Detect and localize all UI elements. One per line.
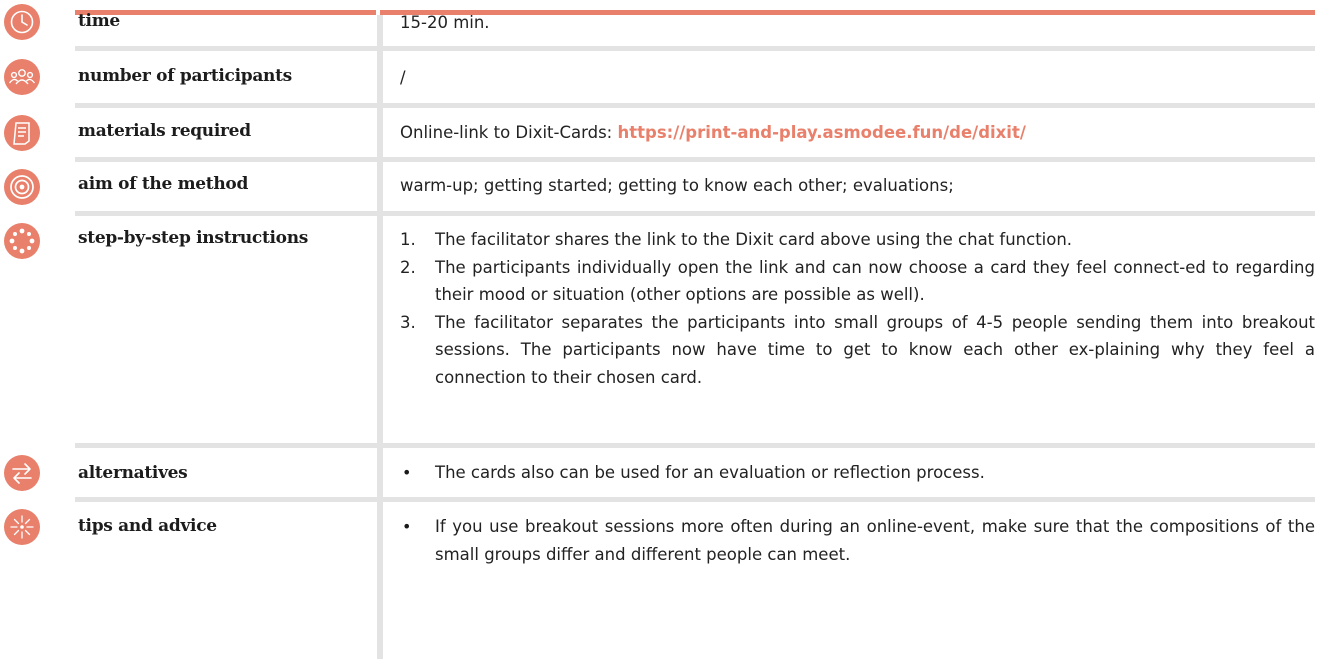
dots-circle-icon (4, 223, 40, 259)
step-item: 2. The participants individually open the… (400, 257, 1315, 305)
step-item: 1. The facilitator shares the link to the… (400, 230, 1073, 249)
label-time: time (78, 11, 120, 31)
label-participants: number of participants (78, 66, 292, 86)
value-aim: warm-up; getting started; getting to kno… (400, 176, 954, 195)
row-separator (75, 497, 1315, 502)
row-separator (75, 103, 1315, 108)
document-icon (4, 115, 40, 151)
label-steps: step-by-step instructions (78, 228, 309, 248)
value-participants: / (400, 68, 406, 87)
sparkle-icon (4, 509, 40, 545)
row-separator (75, 443, 1315, 448)
dixit-link[interactable]: https://print-and-play.asmodee.fun/de/di… (617, 123, 1025, 142)
value-materials: Online-link to Dixit-Cards: https://prin… (400, 119, 1315, 147)
row-separator (75, 157, 1315, 162)
people-icon (4, 59, 40, 95)
arrows-icon (4, 455, 40, 491)
label-aim: aim of the method (78, 174, 249, 194)
label-alternatives: alternatives (78, 463, 188, 483)
row-separator (75, 46, 1315, 51)
clock-icon (4, 4, 40, 40)
column-divider (377, 15, 383, 659)
value-time: 15-20 min. (400, 13, 490, 32)
label-tips: tips and advice (78, 516, 217, 536)
step-item: 3. The facilitator separates the particip… (400, 312, 1315, 387)
row-separator (75, 211, 1315, 216)
target-icon (4, 169, 40, 205)
label-materials: materials required (78, 121, 251, 141)
steps-list: 1. The facilitator shares the link to the… (400, 226, 1315, 391)
materials-text: Online-link to Dixit-Cards: (400, 123, 618, 142)
